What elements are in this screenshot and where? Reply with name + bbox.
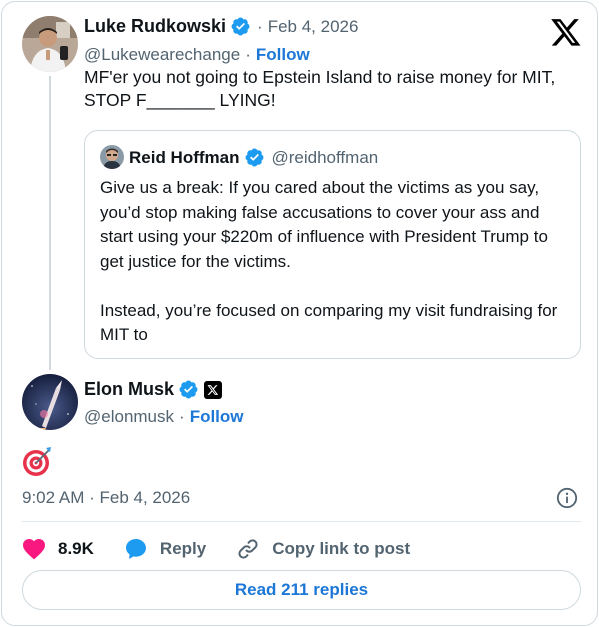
main-handle-row: @Lukewearechange · Follow <box>84 45 310 65</box>
separator-dot: · <box>257 16 263 36</box>
info-icon[interactable] <box>556 487 578 509</box>
quoted-header: Reid Hoffman @reidhoffman <box>129 147 378 168</box>
reply-timestamp[interactable]: 9:02 AM · Feb 4, 2026 <box>22 488 190 508</box>
reply-handle-row: @elonmusk · Follow <box>84 407 244 427</box>
tweet-card: Luke Rudkowski · Feb 4, 2026 @Lukewearec… <box>1 1 598 626</box>
read-replies-button[interactable]: Read 211 replies <box>22 570 581 610</box>
separator-dot: · <box>179 407 185 426</box>
copy-link-button[interactable]: Copy link to post <box>236 537 410 561</box>
action-bar: 8.9K Reply Copy link to post <box>22 535 440 563</box>
verified-icon <box>231 17 250 36</box>
reply-label: Reply <box>159 539 207 558</box>
link-icon <box>238 539 258 559</box>
direct-hit-emoji-icon <box>23 447 51 476</box>
author-name[interactable]: Luke Rudkowski <box>84 16 226 37</box>
like-count: 8.9K <box>58 539 94 558</box>
verified-icon <box>179 380 198 399</box>
copy-link-label: Copy link to post <box>272 539 411 558</box>
author-handle[interactable]: @Lukewearechange <box>84 45 240 65</box>
thread-line <box>49 76 51 370</box>
x-logo-icon[interactable] <box>550 16 582 48</box>
reply-handle[interactable]: @elonmusk <box>84 407 174 427</box>
x-badge-icon <box>204 380 223 399</box>
quoted-author-name: Reid Hoffman <box>129 147 240 167</box>
tweet-text: MF'er you not going to Epstein Island to… <box>84 67 556 110</box>
reply-author-name[interactable]: Elon Musk <box>84 379 174 400</box>
quoted-tweet[interactable]: Reid Hoffman @reidhoffman Give us a brea… <box>84 130 581 359</box>
verified-icon <box>245 148 263 167</box>
heart-icon <box>23 539 45 560</box>
separator-dot: · <box>245 45 251 64</box>
reid-avatar <box>100 145 124 169</box>
follow-button[interactable]: Follow <box>256 45 310 65</box>
luke-avatar[interactable] <box>22 16 78 72</box>
divider <box>22 521 581 522</box>
follow-button[interactable]: Follow <box>190 407 244 427</box>
reply-bubble-icon <box>125 539 146 559</box>
main-tweet-header: Luke Rudkowski · Feb 4, 2026 <box>84 16 358 37</box>
reply-header: Elon Musk <box>84 379 223 400</box>
quoted-paragraph: Instead, you’re focused on comparing my … <box>100 300 558 345</box>
tweet-date[interactable]: Feb 4, 2026 <box>268 17 359 37</box>
elon-avatar[interactable] <box>22 374 78 430</box>
quoted-handle: @reidhoffman <box>271 147 379 167</box>
reply-button[interactable]: Reply <box>124 537 206 561</box>
like-button[interactable]: 8.9K <box>22 538 94 560</box>
quoted-text: Give us a break: If you cared about the … <box>100 176 570 372</box>
quoted-paragraph: Give us a break: If you cared about the … <box>100 178 548 271</box>
